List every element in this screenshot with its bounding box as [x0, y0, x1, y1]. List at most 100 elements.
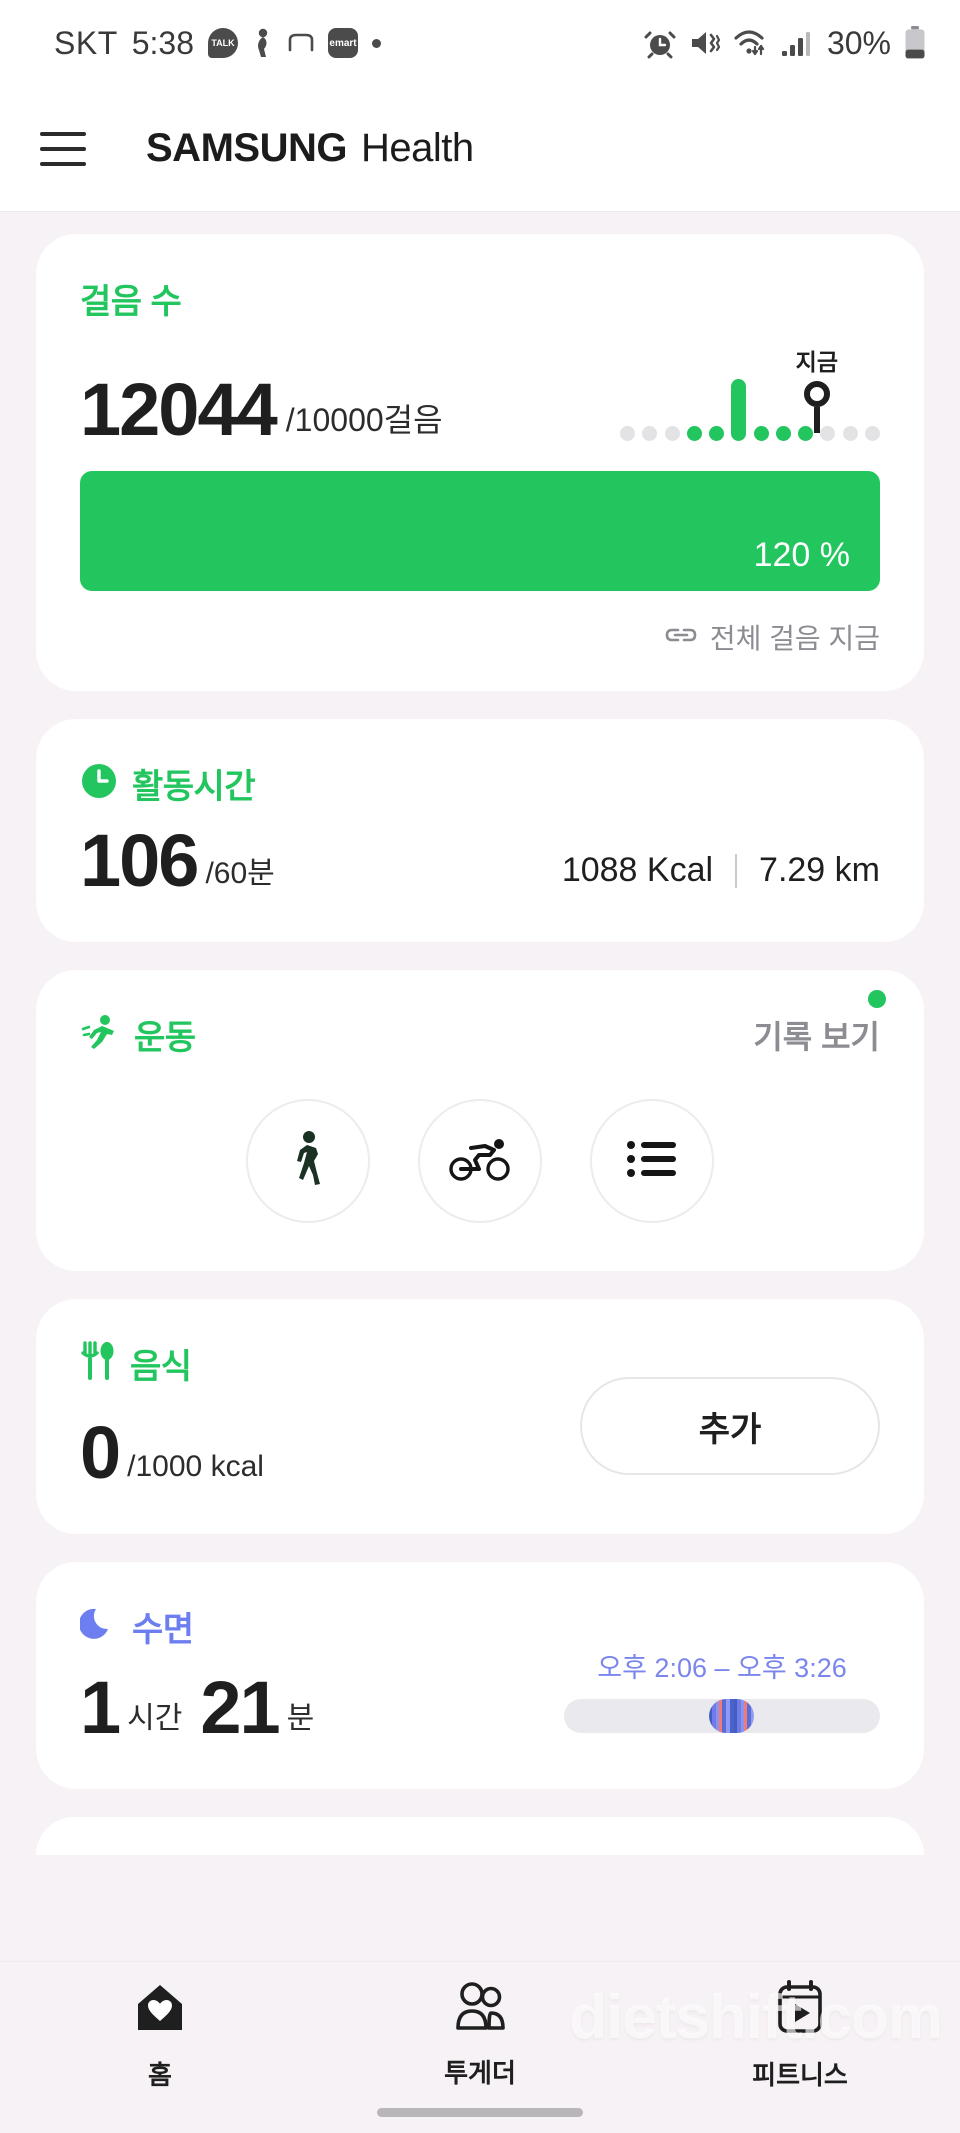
hamburger-icon[interactable]	[40, 131, 86, 166]
steps-goal-unit: /10000걸음	[285, 402, 443, 438]
figure-icon	[252, 28, 274, 58]
exercise-card-header: 운동 기록 보기	[80, 989, 886, 1059]
exercise-card[interactable]: 운동 기록 보기	[36, 970, 924, 1271]
notification-dot-icon	[868, 989, 886, 1008]
status-bar-left: SKT 5:38 TALK emart	[54, 24, 382, 62]
steps-value-row: 12044 /10000걸음 지금	[80, 337, 880, 447]
nav-label-home: 홈	[148, 2060, 172, 2090]
sleep-card[interactable]: 수면 1 시간 21 분 오후 2:06 – 오후 3:26	[36, 1562, 924, 1789]
activity-calories: 1088 Kcal	[561, 851, 714, 889]
food-goal-unit: /1000 kcal	[127, 1450, 264, 1483]
sleep-segment	[709, 1699, 754, 1733]
status-bar-right: 30%	[644, 25, 926, 62]
emart-badge-label: emart	[328, 28, 359, 58]
nav-item-fitness[interactable]: 피트니스	[640, 1980, 960, 2092]
home-heart-icon	[132, 1980, 188, 2041]
food-card[interactable]: 음식 0 /1000 kcal 추가	[36, 1299, 924, 1534]
brand-health-label: Health	[360, 126, 474, 170]
exercise-card-title: 운동	[80, 1010, 196, 1059]
chart-point	[686, 426, 702, 441]
status-bar: SKT 5:38 TALK emart 30%	[0, 0, 960, 86]
scroll-content: 걸음 수 12044 /10000걸음 지금 120 % 전체 걸음 지금 활동…	[0, 212, 960, 1855]
chart-point	[775, 426, 791, 441]
steps-now-label: 지금	[795, 349, 838, 375]
link-chain-icon	[664, 622, 698, 653]
exercise-shortcut-cycling[interactable]	[418, 1099, 542, 1223]
hamburger-line	[40, 161, 86, 166]
nav-item-home[interactable]: 홈	[0, 1980, 320, 2092]
sleep-minutes: 21	[200, 1666, 280, 1749]
steps-card-title: 걸음 수	[80, 274, 880, 323]
steps-card[interactable]: 걸음 수 12044 /10000걸음 지금 120 % 전체 걸음 지금	[36, 234, 924, 691]
activity-value: 106	[80, 819, 199, 902]
food-value: 0	[80, 1411, 121, 1494]
people-icon	[451, 1980, 509, 2039]
sleep-timeline: 오후 2:06 – 오후 3:26	[564, 1646, 880, 1733]
alarm-icon	[644, 27, 676, 59]
gesture-bar[interactable]	[377, 2108, 583, 2117]
chart-point	[842, 426, 858, 441]
fork-spoon-icon	[80, 1341, 116, 1386]
exercise-title-label: 운동	[134, 1019, 196, 1057]
steps-chart-points	[620, 379, 880, 441]
exercise-shortcuts	[80, 1099, 880, 1223]
fitness-play-icon	[773, 1980, 827, 2041]
brand-samsung-label: SAMSUNG	[146, 126, 347, 170]
battery-icon	[904, 26, 926, 60]
activity-title-label: 활동시간	[132, 768, 256, 806]
clock-icon	[80, 762, 118, 805]
wifi-icon	[734, 28, 768, 58]
sleep-time-range: 오후 2:06 – 오후 3:26	[597, 1653, 847, 1683]
metric-divider	[735, 853, 738, 888]
food-title-label: 음식	[130, 1348, 192, 1386]
nav-item-together[interactable]: 투게더	[320, 1980, 640, 2090]
food-add-button[interactable]: 추가	[580, 1377, 880, 1475]
chart-point	[664, 426, 680, 441]
sleep-title-label: 수면	[132, 1611, 194, 1649]
sleep-hours-unit: 시간	[127, 1702, 183, 1735]
now-pin-icon	[803, 381, 830, 407]
nav-label-together: 투게더	[444, 2058, 516, 2088]
chart-point	[709, 426, 725, 441]
activity-distance: 7.29 km	[759, 851, 880, 889]
steps-progress-label: 120 %	[753, 536, 850, 574]
sleep-hours: 1	[80, 1666, 121, 1749]
steps-now-marker: 지금	[796, 343, 838, 433]
steps-progress-fill: 120 %	[80, 471, 880, 591]
steps-progress-bar: 120 %	[80, 471, 880, 591]
exercise-history-link[interactable]: 기록 보기	[753, 989, 886, 1058]
steps-total-link[interactable]: 전체 걸음 지금	[80, 617, 880, 657]
sleep-track	[564, 1699, 880, 1733]
nav-label-fitness: 피트니스	[752, 2060, 848, 2090]
chart-point	[864, 426, 880, 441]
chart-bar	[731, 379, 747, 441]
moon-icon	[78, 1605, 118, 1648]
steps-value: 12044	[80, 368, 278, 451]
list-icon	[626, 1139, 678, 1184]
chart-point	[798, 426, 814, 441]
sleep-card-title: 수면	[78, 1602, 880, 1651]
carrier-label: SKT	[54, 24, 118, 61]
sleep-minutes-unit: 분	[286, 1702, 315, 1735]
activity-card[interactable]: 활동시간 106 /60분 1088 Kcal 7.29 km	[36, 719, 924, 942]
activity-value-row: 106 /60분 1088 Kcal 7.29 km	[80, 824, 880, 898]
signal-icon	[781, 29, 811, 57]
steps-title-label: 걸음 수	[80, 283, 182, 321]
exercise-shortcut-walking[interactable]	[246, 1099, 370, 1223]
exercise-history-label: 기록 보기	[753, 1018, 880, 1055]
next-card-peek[interactable]	[36, 1817, 924, 1855]
mute-vibrate-icon	[689, 28, 721, 58]
exercise-shortcut-list[interactable]	[590, 1099, 714, 1223]
clock-label: 5:38	[131, 24, 195, 61]
chart-point	[753, 426, 769, 441]
running-icon	[80, 1013, 120, 1056]
chart-point	[642, 426, 658, 441]
dot-icon	[372, 38, 382, 48]
activity-goal-unit: /60분	[205, 857, 275, 890]
chart-point	[820, 426, 836, 441]
app-header: SAMSUNG Health	[0, 86, 960, 212]
walking-icon	[285, 1130, 331, 1193]
emart-icon: emart	[328, 28, 359, 58]
hamburger-line	[40, 131, 86, 136]
steps-mini-chart: 지금	[620, 337, 880, 447]
